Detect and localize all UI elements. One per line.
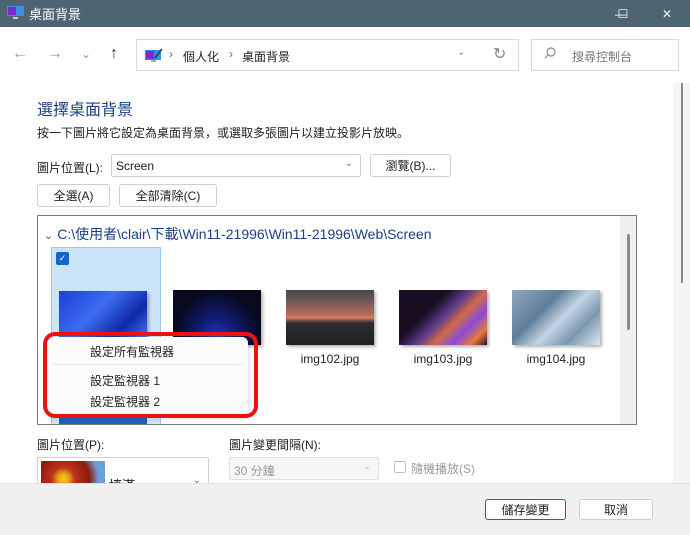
- cancel-button[interactable]: 取消: [579, 499, 653, 520]
- chevron-down-icon: ⌄: [362, 461, 371, 472]
- thumbnail-img103[interactable]: [399, 290, 487, 345]
- save-changes-button[interactable]: 儲存變更: [485, 499, 566, 520]
- navigation-bar: ← → ⌄ ↑ › 個人化 › 桌面背景 ⌄ ↻ 搜尋控制台: [0, 27, 690, 83]
- up-icon[interactable]: ↑: [103, 43, 125, 65]
- breadcrumb-separator: ›: [169, 47, 173, 61]
- page-title: 選擇桌面背景: [37, 102, 134, 119]
- search-placeholder: 搜尋控制台: [572, 50, 633, 64]
- shuffle-checkbox[interactable]: [394, 461, 406, 473]
- recent-locations-icon[interactable]: ⌄: [75, 43, 97, 65]
- breadcrumb-personalization[interactable]: 個人化: [183, 48, 219, 65]
- search-box[interactable]: 搜尋控制台: [531, 39, 679, 71]
- back-icon[interactable]: ←: [9, 43, 31, 65]
- address-bar[interactable]: › 個人化 › 桌面背景 ⌄ ↻: [136, 39, 519, 71]
- gallery-scrollbar[interactable]: [620, 216, 636, 424]
- picture-position-label: 圖片位置(P):: [37, 438, 105, 452]
- page-scrollbar-thumb[interactable]: [681, 83, 683, 283]
- close-button[interactable]: ✕: [644, 0, 690, 27]
- interval-select[interactable]: 30 分鐘 ⌄: [229, 457, 379, 480]
- thumbnail-img102[interactable]: [286, 290, 374, 345]
- interval-value: 30 分鐘: [234, 464, 275, 478]
- filename-img103: img103.jpg: [413, 352, 473, 366]
- thumbnail-img104[interactable]: [512, 290, 600, 345]
- search-icon: [544, 47, 556, 62]
- shuffle-label: 隨機播放(S): [411, 462, 475, 476]
- title-bar: 桌面背景 — ☐ ✕: [0, 0, 690, 27]
- control-panel-icon: [145, 48, 163, 62]
- page-description: 按一下圖片將它設定為桌面背景，或選取多張圖片以建立投影片放映。: [37, 126, 410, 140]
- breadcrumb-separator: ›: [229, 47, 233, 61]
- folder-path[interactable]: ⌄ C:\使用者\clair\下載\Win11-21996\Win11-21996…: [44, 224, 431, 244]
- checkbox-checked-icon[interactable]: ✓: [56, 252, 69, 265]
- window-title: 桌面背景: [29, 7, 82, 22]
- collapse-chevron-icon[interactable]: ⌄: [44, 230, 53, 242]
- picture-location-label: 圖片位置(L):: [37, 161, 104, 175]
- filename-img102: img102.jpg: [300, 352, 360, 366]
- footer: 儲存變更 取消: [0, 483, 690, 535]
- address-dropdown-icon[interactable]: ⌄: [457, 47, 465, 58]
- highlight-annotation: [43, 332, 258, 418]
- main-content: 選擇桌面背景 按一下圖片將它設定為桌面背景，或選取多張圖片以建立投影片放映。 圖…: [0, 83, 690, 497]
- maximize-button[interactable]: ☐: [600, 0, 646, 27]
- forward-icon[interactable]: →: [44, 43, 66, 65]
- chevron-down-icon: ⌄: [344, 158, 353, 169]
- page-scrollbar[interactable]: [673, 83, 690, 483]
- picture-location-value: Screen: [116, 159, 155, 173]
- breadcrumb-desktop-background[interactable]: 桌面背景: [242, 48, 290, 65]
- desktop-background-app-icon: [7, 6, 24, 19]
- clear-all-button[interactable]: 全部清除(C): [119, 184, 217, 207]
- browse-button[interactable]: 瀏覽(B)...: [370, 154, 451, 177]
- filename-img104: img104.jpg: [526, 352, 586, 366]
- gallery-scrollbar-thumb[interactable]: [627, 234, 630, 330]
- folder-path-text: C:\使用者\clair\下載\Win11-21996\Win11-21996\…: [57, 226, 432, 242]
- select-all-button[interactable]: 全選(A): [37, 184, 110, 207]
- interval-label: 圖片變更間隔(N):: [229, 438, 321, 452]
- picture-location-select[interactable]: Screen ⌄: [111, 154, 361, 177]
- refresh-icon[interactable]: ↻: [493, 44, 506, 64]
